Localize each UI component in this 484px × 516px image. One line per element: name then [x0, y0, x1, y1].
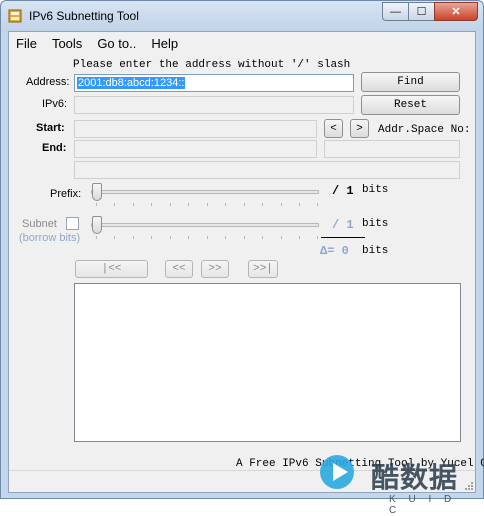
app-window: IPv6 Subnetting Tool — ☐ ✕ File Tools Go… [0, 0, 484, 516]
instruction-text: Please enter the address without '/' sla… [73, 59, 351, 71]
menu-bar: File Tools Go to.. Help [9, 32, 475, 56]
prefix-slider-thumb[interactable] [92, 183, 102, 201]
subnet-slider-ticks [96, 236, 318, 240]
first-button[interactable]: |<< [75, 260, 148, 278]
menu-tools[interactable]: Tools [45, 34, 90, 54]
address-value: 2001:db8:abcd:1234:: [77, 77, 186, 89]
minimize-button[interactable]: — [382, 2, 408, 21]
window-controls: — ☐ ✕ [382, 2, 478, 21]
menu-help[interactable]: Help [144, 34, 186, 54]
subnet-checkbox[interactable] [66, 217, 79, 230]
prev-space-button[interactable]: < [324, 119, 343, 138]
client-area: File Tools Go to.. Help Please enter the… [8, 31, 484, 516]
address-input[interactable]: 2001:db8:abcd:1234:: [74, 74, 354, 92]
menu-file[interactable]: File [9, 34, 45, 54]
watermark-text: 酷数据 [371, 462, 459, 493]
resize-grip-icon[interactable] [463, 480, 473, 490]
subnet-slider-thumb[interactable] [92, 216, 102, 234]
address-label: Address: [26, 76, 70, 88]
addr-space-output [324, 140, 460, 158]
borrow-bits-label: (borrow bits) [19, 232, 81, 244]
close-icon: ✕ [451, 6, 461, 18]
title-bar[interactable]: IPv6 Subnetting Tool — ☐ ✕ [1, 1, 483, 31]
end-output [74, 140, 317, 158]
find-button[interactable]: Find [361, 72, 460, 92]
menu-goto[interactable]: Go to.. [90, 34, 144, 54]
watermark-logo-icon [320, 455, 354, 489]
back-button[interactable]: << [165, 260, 193, 278]
watermark-subtext: K U I D C [389, 494, 457, 516]
subnet-unit: bits [362, 218, 389, 230]
delta-divider [321, 237, 365, 238]
subnet-label: Subnet [22, 218, 57, 230]
start-label: Start: [36, 122, 65, 134]
ipv6-label: IPv6: [42, 98, 68, 110]
reset-button[interactable]: Reset [361, 95, 460, 115]
close-button[interactable]: ✕ [434, 2, 478, 21]
prefix-slider-ticks [96, 203, 318, 207]
range-output [74, 161, 460, 179]
delta-value: Δ= 0 [320, 244, 349, 258]
minimize-icon: — [390, 5, 401, 18]
prefix-unit: bits [362, 184, 389, 196]
subnet-value: / 1 [332, 218, 354, 232]
results-list[interactable] [74, 283, 461, 442]
end-label: End: [42, 142, 67, 154]
subnet-slider-track[interactable] [91, 223, 319, 227]
addr-space-label: Addr.Space No: [378, 124, 471, 136]
maximize-button[interactable]: ☐ [408, 2, 434, 21]
app-icon [8, 9, 22, 23]
window-title: IPv6 Subnetting Tool [29, 9, 139, 23]
start-output [74, 120, 317, 138]
prefix-slider-track[interactable] [91, 190, 319, 194]
forward-button[interactable]: >> [201, 260, 229, 278]
prefix-label: Prefix: [50, 188, 82, 200]
next-space-button[interactable]: > [350, 119, 369, 138]
ipv6-output [74, 96, 354, 114]
last-button[interactable]: >>| [248, 260, 278, 278]
delta-unit: bits [362, 245, 389, 257]
maximize-icon: ☐ [416, 6, 427, 18]
prefix-value: / 1 [332, 184, 354, 198]
